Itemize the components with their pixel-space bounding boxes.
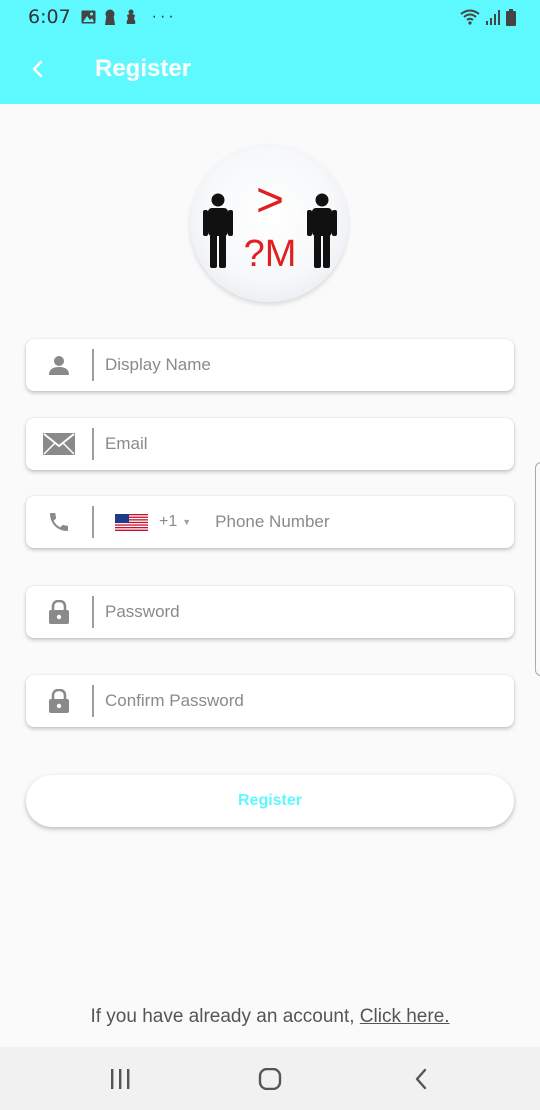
us-flag-icon [115, 513, 148, 531]
logo-graphic: > ?M [203, 174, 337, 275]
chevron-left-icon [32, 60, 43, 78]
wifi-icon [460, 9, 480, 25]
field-divider [92, 506, 94, 538]
page-title: Register [95, 55, 192, 82]
right-person-figure [307, 193, 337, 268]
email-field[interactable]: Email [26, 418, 514, 470]
edge-panel-handle[interactable] [535, 462, 540, 676]
email-input[interactable]: Email [105, 434, 148, 454]
signal-icon [486, 9, 500, 25]
gallery-icon [81, 10, 96, 24]
confirm-password-input[interactable]: Confirm Password [105, 691, 244, 711]
envelope-icon [43, 433, 75, 455]
app-bar: Register [0, 34, 540, 104]
login-prompt-text: If you have already an account, [90, 1006, 360, 1027]
figure-icon [126, 9, 136, 24]
phone-field[interactable]: +1 ▼ Phone Number [26, 496, 514, 548]
keyhole-icon [104, 9, 115, 25]
status-notification-icons: ··· [81, 8, 177, 26]
status-system-icons [460, 8, 516, 26]
recent-apps-button[interactable] [80, 1047, 160, 1110]
back-button[interactable] [18, 49, 58, 89]
field-divider [92, 349, 94, 381]
field-divider [92, 596, 94, 628]
caret-down-icon: ▼ [182, 517, 192, 527]
display-name-input[interactable]: Display Name [105, 355, 211, 375]
app-logo: > ?M [190, 144, 348, 302]
login-link[interactable]: Click here. [360, 1006, 450, 1027]
person-icon [49, 356, 69, 375]
login-prompt: If you have already an account, Click he… [0, 1006, 540, 1028]
system-nav-bar [0, 1047, 540, 1110]
password-field[interactable]: Password [26, 586, 514, 638]
logo-symbol-bottom: ?M [244, 233, 297, 275]
country-code-selector[interactable]: +1 ▼ [115, 513, 191, 531]
status-time: 6:07 [28, 6, 71, 28]
lock-icon [49, 689, 69, 713]
left-person-figure [203, 193, 233, 268]
phone-icon [50, 513, 68, 531]
home-icon [258, 1067, 282, 1090]
country-code: +1 [159, 513, 178, 530]
phone-number-input[interactable]: Phone Number [215, 512, 329, 532]
register-button[interactable]: Register [26, 775, 514, 827]
recent-apps-icon [111, 1068, 130, 1089]
lock-icon [49, 600, 69, 624]
nav-back-button[interactable] [381, 1047, 461, 1110]
field-divider [92, 685, 94, 717]
display-name-field[interactable]: Display Name [26, 339, 514, 391]
back-icon [415, 1068, 427, 1089]
home-button[interactable] [230, 1047, 310, 1110]
battery-icon [506, 8, 516, 26]
logo-symbol-top: > [256, 174, 284, 227]
field-divider [92, 428, 94, 460]
status-bar: 6:07 ··· [0, 0, 540, 34]
password-input[interactable]: Password [105, 602, 180, 622]
confirm-password-field[interactable]: Confirm Password [26, 675, 514, 727]
more-notifications-icon: ··· [151, 8, 177, 25]
